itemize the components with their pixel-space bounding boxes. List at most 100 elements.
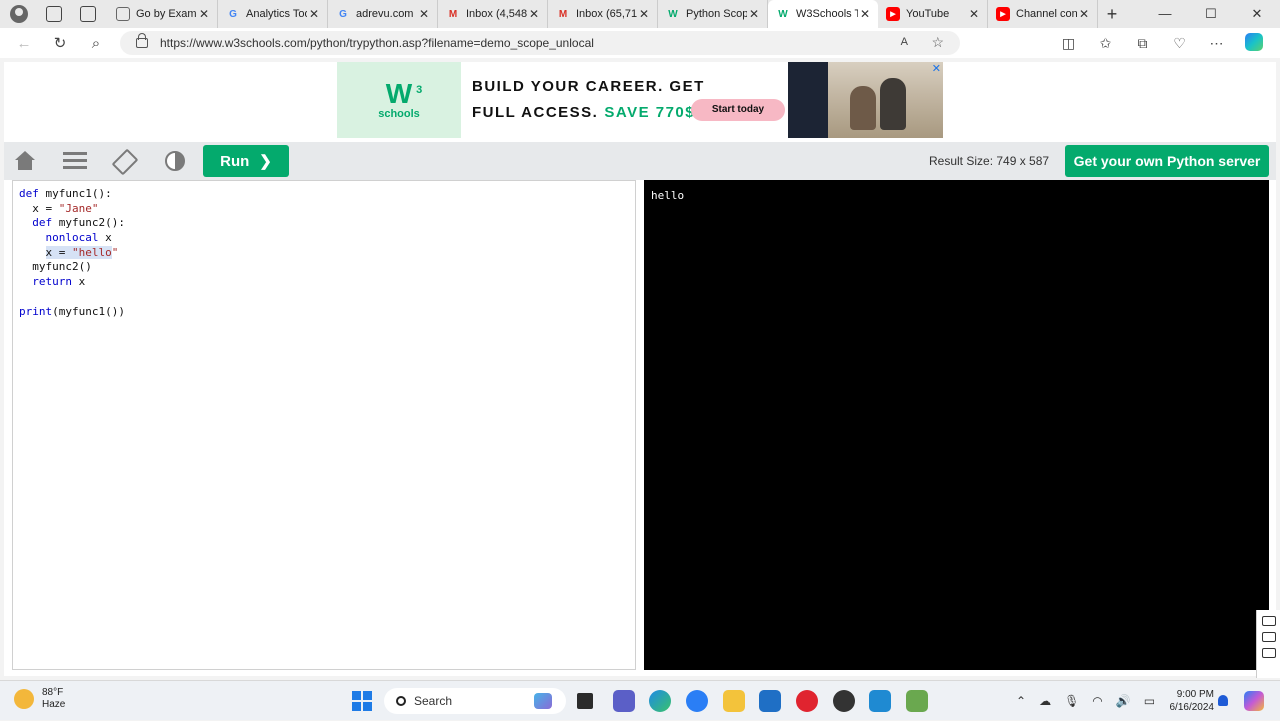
close-icon[interactable]: ✕: [307, 7, 321, 21]
battery-icon[interactable]: ▭: [1144, 694, 1155, 708]
tab-adrevu[interactable]: G adrevu.com ✕: [328, 0, 438, 28]
collections-icon[interactable]: ⧉: [1124, 35, 1161, 52]
notepad-icon[interactable]: [906, 690, 928, 712]
weather-icon: [14, 689, 34, 709]
opera-icon[interactable]: [796, 690, 818, 712]
menu-icon[interactable]: [63, 151, 87, 171]
tab-analytics[interactable]: G Analytics Too ✕: [218, 0, 328, 28]
page-icon: [116, 7, 130, 21]
copilot-icon[interactable]: [1235, 32, 1272, 54]
system-tray: ⌃ ☁ 🎙 ◠ 🔊 ▭: [1016, 681, 1168, 721]
tab-python-scope[interactable]: W Python Scop ✕: [658, 0, 768, 28]
result-pane: hello: [644, 180, 1269, 670]
file-explorer-icon[interactable]: [723, 690, 745, 712]
start-icon[interactable]: [352, 691, 372, 711]
chevron-right-icon: ❯: [259, 153, 272, 170]
url-field[interactable]: https://www.w3schools.com/python/trypyth…: [120, 31, 960, 55]
vscode-icon[interactable]: [869, 690, 891, 712]
close-icon[interactable]: ✕: [858, 7, 872, 21]
browser-tab-bar: Go by Exampl ✕ G Analytics Too ✕ G adrev…: [0, 0, 1280, 28]
temperature: 88°F: [42, 687, 64, 698]
clock-time: 9:00 PM: [1176, 689, 1214, 700]
dark-mode-icon[interactable]: [165, 151, 185, 171]
code-line[interactable]: return x: [19, 275, 635, 290]
ad-close-icon[interactable]: ✕: [932, 62, 941, 75]
back-icon[interactable]: ←: [6, 35, 42, 52]
record-icon[interactable]: [1261, 648, 1276, 658]
workspaces-icon[interactable]: [46, 6, 62, 22]
edge-icon[interactable]: [649, 690, 671, 712]
weather-condition: Haze: [42, 699, 66, 710]
taskbar-search[interactable]: Search: [384, 688, 566, 714]
volume-icon[interactable]: 🔊: [1116, 694, 1131, 708]
close-icon[interactable]: ✕: [1077, 7, 1091, 21]
logo-sup: 3: [416, 84, 423, 96]
browser-essentials-icon[interactable]: ♡: [1161, 35, 1198, 52]
code-line[interactable]: x = "hello": [19, 245, 635, 261]
tab-go-by-example[interactable]: Go by Exampl ✕: [108, 0, 218, 28]
onedrive-icon[interactable]: ☁: [1039, 694, 1051, 708]
home-icon[interactable]: [14, 151, 36, 171]
edge-dev-icon[interactable]: [686, 690, 708, 712]
close-icon[interactable]: ✕: [747, 7, 761, 21]
change-orientation-icon[interactable]: [113, 151, 135, 171]
read-aloud-icon[interactable]: A: [901, 36, 908, 48]
teams-icon[interactable]: [613, 690, 635, 712]
code-line[interactable]: x = "Jane": [19, 202, 635, 217]
close-icon[interactable]: ✕: [637, 7, 651, 21]
google-icon: G: [339, 8, 347, 20]
url-text[interactable]: https://www.w3schools.com/python/trypyth…: [160, 36, 594, 50]
search-icon[interactable]: ⌕: [78, 35, 114, 52]
copilot-taskbar-icon[interactable]: [1244, 691, 1264, 711]
lock-icon[interactable]: [136, 33, 148, 48]
get-python-server-button[interactable]: Get your own Python server: [1065, 145, 1269, 177]
store-icon[interactable]: [759, 690, 781, 712]
code-line[interactable]: [19, 290, 635, 305]
refresh-icon[interactable]: ↻: [42, 34, 78, 52]
close-icon[interactable]: ✕: [197, 7, 211, 21]
code-editor[interactable]: def myfunc1(): x = "Jane" def myfunc2():…: [12, 180, 636, 670]
screenshot-icon[interactable]: [1261, 616, 1276, 626]
tab-strip: Go by Exampl ✕ G Analytics Too ✕ G adrev…: [108, 0, 1126, 28]
code-line[interactable]: def myfunc2():: [19, 216, 635, 231]
new-tab-button[interactable]: +: [1098, 0, 1126, 28]
tab-channel-content[interactable]: ▶ Channel con ✕: [988, 0, 1098, 28]
notification-icon[interactable]: [1218, 695, 1228, 706]
favorites-icon[interactable]: ✩: [1087, 35, 1124, 52]
microphone-icon[interactable]: 🎙: [1064, 694, 1079, 708]
close-icon[interactable]: ✕: [527, 7, 541, 21]
tab-inbox-2[interactable]: M Inbox (65,71 ✕: [548, 0, 658, 28]
start-today-button[interactable]: Start today: [691, 99, 785, 121]
chrome-icon[interactable]: [833, 690, 855, 712]
maximize-icon[interactable]: ☐: [1188, 0, 1234, 28]
wifi-icon[interactable]: ◠: [1092, 694, 1102, 708]
favorite-star-icon[interactable]: ☆: [931, 34, 944, 51]
ad-banner[interactable]: W3 schools BUILD YOUR CAREER. GET FULL A…: [337, 62, 943, 138]
close-icon[interactable]: ✕: [967, 7, 981, 21]
profile-icon[interactable]: [10, 5, 28, 23]
minimize-icon[interactable]: —: [1142, 0, 1188, 28]
tab-actions-icon[interactable]: [80, 6, 96, 22]
tryit-page: W3 schools BUILD YOUR CAREER. GET FULL A…: [4, 62, 1276, 676]
ad-photo: [788, 62, 943, 138]
code-line[interactable]: myfunc2(): [19, 260, 635, 275]
code-line[interactable]: def myfunc1():: [19, 187, 635, 202]
split-screen-icon[interactable]: ◫: [1050, 35, 1087, 52]
tab-w3schools-tryit[interactable]: W W3Schools T ✕: [768, 0, 878, 28]
close-icon[interactable]: ✕: [417, 7, 431, 21]
gmail-icon: M: [448, 8, 458, 20]
close-window-icon[interactable]: ✕: [1234, 0, 1280, 28]
tab-inbox-1[interactable]: M Inbox (4,548 ✕: [438, 0, 548, 28]
camera-icon[interactable]: [1261, 632, 1276, 642]
more-icon[interactable]: ⋯: [1198, 35, 1235, 52]
weather-widget[interactable]: 88°F Haze: [14, 687, 65, 711]
chevron-up-icon[interactable]: ⌃: [1016, 694, 1026, 708]
run-button[interactable]: Run ❯: [203, 145, 289, 177]
code-line[interactable]: print(myfunc1()): [19, 305, 635, 320]
clock[interactable]: 9:00 PM 6/16/2024: [1164, 688, 1215, 714]
ad-save-text: SAVE 770$: [604, 104, 696, 121]
code-line[interactable]: nonlocal x: [19, 231, 635, 246]
tab-youtube[interactable]: ▶ YouTube ✕: [878, 0, 988, 28]
task-view-icon[interactable]: [577, 693, 593, 709]
ad-headline-2: FULL ACCESS. SAVE 770$: [472, 104, 696, 121]
